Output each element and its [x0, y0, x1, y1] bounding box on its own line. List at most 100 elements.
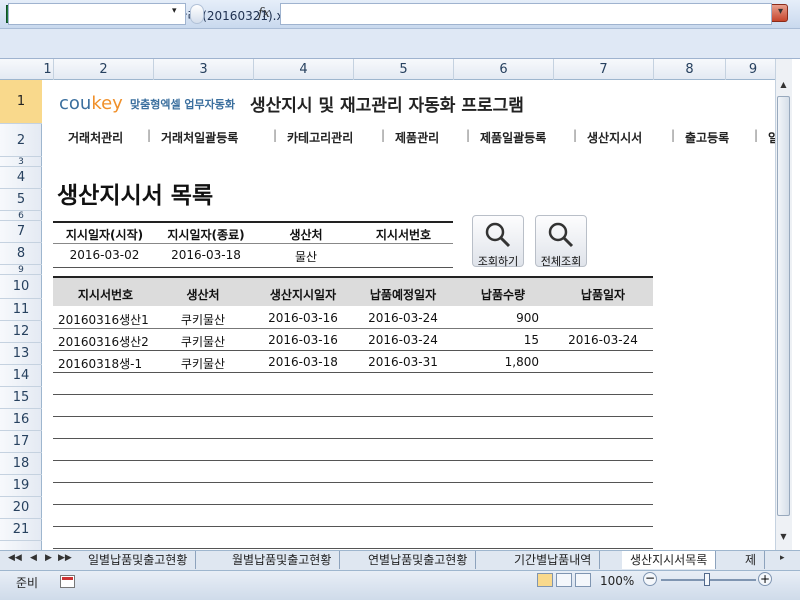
- expand-formula-icon[interactable]: ▾: [778, 6, 783, 17]
- row-header[interactable]: 10: [0, 275, 42, 299]
- table-cell[interactable]: 2016-03-24: [353, 333, 453, 347]
- sheet-tab[interactable]: 월별납품및출고현황: [224, 551, 341, 569]
- zoom-in-icon[interactable]: +: [758, 572, 772, 586]
- row-header[interactable]: 3: [0, 157, 42, 167]
- row-header[interactable]: 8: [0, 243, 42, 265]
- row-header[interactable]: 13: [0, 343, 42, 365]
- row-header[interactable]: 17: [0, 431, 42, 453]
- column-header[interactable]: 9: [726, 59, 781, 80]
- menu-item[interactable]: 거래처일괄등록: [161, 129, 238, 146]
- row-header[interactable]: 19: [0, 475, 42, 497]
- query-button[interactable]: 조회하기: [472, 215, 524, 268]
- column-header[interactable]: 2: [54, 59, 154, 80]
- row-header[interactable]: 12: [0, 321, 42, 343]
- table-cell[interactable]: 2016-03-31: [353, 355, 453, 369]
- row-header[interactable]: 6: [0, 211, 42, 221]
- row-rule: [53, 328, 653, 329]
- zoom-level[interactable]: 100%: [600, 574, 634, 588]
- table-cell[interactable]: 2016-03-24: [553, 333, 653, 347]
- view-all-button[interactable]: 전체조회: [535, 215, 587, 268]
- brand-logo: coukey: [59, 93, 123, 114]
- macro-record-icon[interactable]: [60, 575, 75, 588]
- column-header[interactable]: 3: [154, 59, 254, 80]
- menu-separator: |: [671, 128, 676, 142]
- magnifier-icon: [485, 222, 511, 248]
- next-sheet-icon[interactable]: ▶: [45, 553, 52, 563]
- name-box[interactable]: [8, 3, 186, 25]
- row-rule: [53, 394, 653, 395]
- first-sheet-icon[interactable]: ◀◀: [8, 553, 22, 563]
- row-header[interactable]: 2: [0, 124, 42, 157]
- page-layout-view-icon[interactable]: [556, 573, 572, 587]
- menu-item[interactable]: 제품일괄등록: [480, 129, 546, 146]
- th-order-date: 생산지시일자: [269, 288, 337, 302]
- magnifier-icon: [548, 222, 574, 248]
- row-header[interactable]: 16: [0, 409, 42, 431]
- column-header[interactable]: 8: [654, 59, 726, 80]
- column-header[interactable]: 4: [254, 59, 354, 80]
- table-cell[interactable]: 900: [453, 311, 539, 325]
- scroll-down-icon[interactable]: ▼: [776, 532, 791, 547]
- formula-input[interactable]: [280, 3, 772, 25]
- zoom-out-icon[interactable]: −: [643, 572, 657, 586]
- worksheet[interactable]: coukey 맞춤형엑셀 업무자동화 생산지시 및 재고관리 자동화 프로그램 …: [43, 80, 779, 550]
- table-cell[interactable]: 20160318생-1: [58, 355, 142, 372]
- menu-item[interactable]: 생산지시서: [587, 129, 642, 146]
- scrollbar-thumb[interactable]: [777, 96, 790, 516]
- table-cell[interactable]: 2016-03-18: [248, 355, 358, 369]
- sheet-tab[interactable]: 생산지시서목록: [622, 551, 717, 569]
- table-cell[interactable]: 20160316생산1: [58, 311, 149, 328]
- sheet-tab[interactable]: 제: [737, 551, 766, 569]
- table-cell[interactable]: 20160316생산2: [58, 333, 149, 350]
- row-rule: [53, 438, 653, 439]
- row-header[interactable]: 11: [0, 299, 42, 321]
- sheet-tab[interactable]: 기간별납품내역: [506, 551, 601, 569]
- prev-sheet-icon[interactable]: ◀: [30, 553, 37, 563]
- row-header[interactable]: 15: [0, 387, 42, 409]
- column-header[interactable]: 6: [454, 59, 554, 80]
- table-cell[interactable]: 쿠키물산: [158, 355, 248, 372]
- scroll-up-icon[interactable]: ▲: [776, 80, 791, 95]
- table-cell[interactable]: 15: [453, 333, 539, 347]
- insert-function-icon[interactable]: fx: [258, 6, 270, 21]
- row-header[interactable]: 9: [0, 265, 42, 275]
- sheet-tab[interactable]: 일별납품및출고현황: [80, 551, 197, 569]
- row-header[interactable]: 18: [0, 453, 42, 475]
- row-header[interactable]: 14: [0, 365, 42, 387]
- tab-split-handle[interactable]: ▸: [780, 553, 785, 563]
- search-divider: [53, 243, 453, 244]
- table-cell[interactable]: 2016-03-16: [248, 333, 358, 347]
- start-date-field[interactable]: 2016-03-02: [57, 248, 152, 262]
- menu-item[interactable]: 제품관리: [395, 129, 439, 146]
- menu-item[interactable]: 카테고리관리: [287, 129, 353, 146]
- table-cell[interactable]: 1,800: [453, 355, 539, 369]
- row-header[interactable]: 7: [0, 221, 42, 243]
- end-date-field[interactable]: 2016-03-18: [156, 248, 256, 262]
- table-cell[interactable]: 2016-03-16: [248, 311, 358, 325]
- table-cell[interactable]: 쿠키물산: [158, 311, 248, 328]
- row-header[interactable]: 4: [0, 167, 42, 189]
- formula-divider-handle[interactable]: [190, 4, 204, 24]
- row-header[interactable]: 21: [0, 519, 42, 541]
- chevron-down-icon[interactable]: ▾: [172, 6, 177, 16]
- normal-view-icon[interactable]: [537, 573, 553, 587]
- last-sheet-icon[interactable]: ▶▶: [58, 553, 72, 563]
- table-cell[interactable]: 2016-03-24: [353, 311, 453, 325]
- column-header[interactable]: 7: [554, 59, 654, 80]
- row-header[interactable]: 5: [0, 189, 42, 211]
- menu-separator: |: [273, 128, 278, 142]
- column-header[interactable]: 5: [354, 59, 454, 80]
- row-header[interactable]: 20: [0, 497, 42, 519]
- th-delivery-date: 납품일자: [580, 288, 626, 302]
- zoom-slider-thumb[interactable]: [704, 573, 710, 586]
- page-break-view-icon[interactable]: [575, 573, 591, 587]
- table-cell[interactable]: 쿠키물산: [158, 333, 248, 350]
- sheet-tab[interactable]: 연별납품및출고현황: [360, 551, 477, 569]
- column-header-bar: 123456789: [0, 59, 781, 80]
- row-header-bar: 1 2 3 4 5 6 7 8 9 10 11 12 13 14 15 16 17 18 19 20 21: [0, 80, 42, 550]
- producer-field[interactable]: 물산: [256, 248, 356, 265]
- menu-item[interactable]: 거래처관리: [68, 129, 123, 146]
- column-header[interactable]: 1: [42, 59, 54, 80]
- row-header[interactable]: 1: [0, 80, 42, 124]
- menu-item[interactable]: 출고등록: [685, 129, 729, 146]
